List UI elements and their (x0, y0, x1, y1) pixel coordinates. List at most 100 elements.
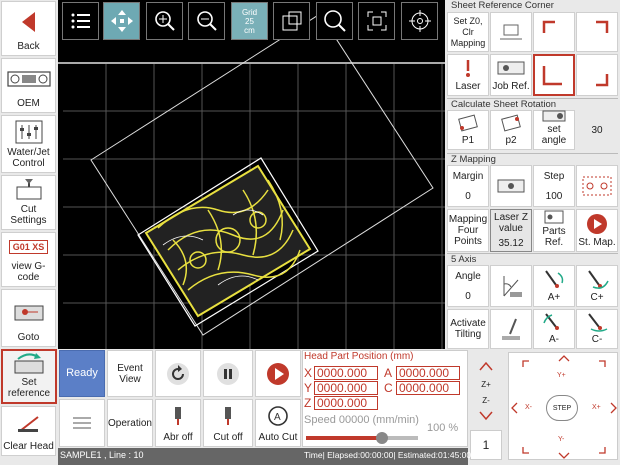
speed-slider-track[interactable] (306, 432, 418, 444)
margin-value: 0 (465, 190, 471, 202)
workspace-canvas[interactable] (58, 0, 445, 349)
pause-button[interactable] (203, 350, 253, 397)
corner-top-left-button[interactable] (533, 12, 575, 52)
set-angle-button[interactable]: set angle (533, 110, 575, 150)
jog-x-minus[interactable]: X- (525, 404, 532, 411)
start-map-button[interactable]: St. Map. (576, 209, 618, 252)
auto-cut-icon: A (256, 400, 300, 432)
cut-settings-button[interactable]: Cut Settings (1, 175, 56, 230)
pan-button[interactable] (103, 2, 140, 40)
z-probe-icon (491, 13, 531, 51)
restart-button[interactable] (155, 350, 201, 397)
a-minus-icon (534, 310, 574, 334)
resize-icon (282, 11, 301, 31)
a-minus-button[interactable]: A- (533, 309, 575, 349)
mapping-four-points-button[interactable]: Mapping Four Points (447, 209, 489, 252)
corner-top-right-button[interactable] (576, 12, 618, 52)
set-z0-button[interactable]: Set Z0, Clr Mapping (447, 12, 489, 52)
play-button[interactable] (255, 350, 301, 397)
p2-icon (491, 111, 531, 135)
a-label: A (384, 366, 393, 380)
activate-tilting-button[interactable]: Activate Tilting (447, 309, 489, 349)
laser-icon (448, 55, 488, 81)
view-gcode-button[interactable]: G01 XS view G-code (1, 232, 56, 287)
zoom-extents-button[interactable] (358, 2, 395, 40)
expand-icon (367, 11, 386, 31)
angle-field[interactable]: Angle 0 (447, 265, 489, 307)
list-view-button[interactable] (59, 399, 105, 447)
cut-settings-icon (2, 176, 55, 204)
waterjet-label: Water/Jet Control (7, 147, 50, 169)
z-down-button[interactable]: Z- (470, 395, 502, 425)
jog-step-button[interactable]: STEP (546, 395, 578, 421)
jog-y-minus[interactable]: Y- (558, 436, 564, 443)
parts-ref-button[interactable]: Parts Ref. (533, 209, 575, 252)
step-field[interactable]: Step 100 (533, 165, 575, 207)
grid-line3: cm (244, 25, 255, 35)
operation-button[interactable]: Operation (107, 399, 153, 447)
job-ref-label: Job Ref. (492, 81, 530, 92)
abr-off-button[interactable]: Abr off (155, 399, 201, 447)
step-count-field[interactable]: 1 (470, 430, 502, 460)
speed-slider-fill (306, 436, 383, 440)
z-probe-icon-button[interactable] (490, 12, 532, 52)
waterjet-control-button[interactable]: Water/Jet Control (1, 115, 56, 173)
laser-z-label: Laser Z value (494, 212, 528, 234)
event-view-button[interactable]: Event View (107, 350, 153, 397)
zoom-fit-button[interactable] (316, 2, 353, 40)
ready-status-button[interactable]: Ready (59, 350, 105, 397)
y-label: Y (304, 381, 313, 395)
clear-head-button[interactable]: Clear Head (1, 406, 56, 456)
cut-off-button[interactable]: Cut off (203, 399, 253, 447)
zoom-out-button[interactable] (188, 2, 225, 40)
c-minus-icon (577, 310, 617, 334)
tilting-head-icon-button[interactable] (490, 309, 532, 349)
lines-icon (60, 400, 104, 446)
laser-z-field[interactable]: Laser Z value 35.12 (490, 209, 532, 252)
crosshair-icon (408, 10, 431, 32)
jog-y-plus[interactable]: Y+ (557, 372, 566, 379)
z-value: 0000.000 (314, 396, 378, 410)
c-value: 0000.000 (396, 381, 460, 395)
goto-button[interactable]: Goto (1, 289, 56, 347)
oem-button[interactable]: OEM (1, 58, 56, 113)
fit-sheet-button[interactable] (273, 2, 310, 40)
corner-bottom-left-button[interactable] (533, 54, 575, 96)
set-reference-button[interactable]: Set reference (1, 349, 57, 404)
angle-label: Angle (455, 270, 481, 282)
grid-toggle-button[interactable]: Grid 25 cm (231, 2, 268, 40)
menu-list-button[interactable] (62, 2, 99, 40)
p1-icon (448, 111, 488, 135)
x-label: X (304, 366, 313, 380)
auto-cut-button[interactable]: A Auto Cut (255, 399, 301, 447)
target-button[interactable] (401, 2, 438, 40)
a-plus-button[interactable]: A+ (533, 265, 575, 307)
tilt-angle-icon-button[interactable] (490, 265, 532, 307)
c-minus-button[interactable]: C- (576, 309, 618, 349)
x-value: 0000.000 (314, 366, 378, 380)
margin-field[interactable]: Margin 0 (447, 165, 489, 207)
canvas-area[interactable] (58, 0, 445, 349)
zoom-in-button[interactable] (146, 2, 183, 40)
corner-bottom-right-button[interactable] (576, 54, 618, 96)
step-label: Step (543, 170, 565, 182)
mapping-grid-button[interactable] (576, 165, 618, 207)
part-pattern (144, 164, 312, 318)
back-button[interactable]: Back (1, 1, 56, 56)
job-ref-button[interactable]: Job Ref. (490, 54, 532, 96)
view-gcode-label: view G-code (11, 261, 46, 283)
gcode-badge: G01 XS (8, 240, 49, 254)
goto-icon (2, 290, 55, 332)
jog-x-plus[interactable]: X+ (592, 404, 601, 411)
p2-button[interactable]: p2 (490, 110, 532, 150)
z-up-button[interactable]: Z+ (470, 353, 502, 393)
jog-step-label: STEP (552, 404, 572, 412)
p1-button[interactable]: P1 (447, 110, 489, 150)
c-plus-button[interactable]: C+ (576, 265, 618, 307)
cut-nozzle-icon (204, 400, 252, 432)
goto-label: Goto (17, 332, 40, 343)
cut-off-label: Cut off (213, 432, 243, 443)
mapping-preview-button[interactable] (490, 165, 532, 207)
set-reference-label: Set reference (7, 377, 51, 399)
laser-button[interactable]: Laser (447, 54, 489, 96)
